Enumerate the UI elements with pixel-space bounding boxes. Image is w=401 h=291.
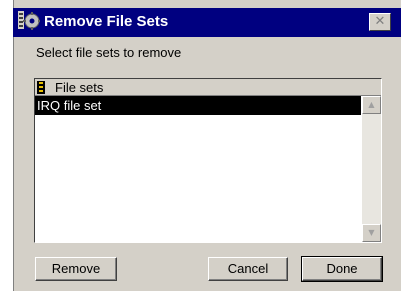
list-column-header[interactable]: File sets [35,79,381,96]
remove-button[interactable]: Remove [35,257,117,281]
window-title: Remove File Sets [44,13,169,30]
file-set-icon [37,81,45,94]
close-icon: ✕ [374,14,386,29]
done-button[interactable]: Done [301,256,383,282]
column-header-label: File sets [55,80,104,95]
file-sets-listbox[interactable]: File sets IRQ file set ▲ ▼ [34,78,382,243]
arrow-down-icon: ▼ [368,228,375,237]
arrow-up-icon: ▲ [368,100,375,109]
scroll-down-button[interactable]: ▼ [362,224,381,242]
gear-app-icon [18,11,40,30]
vertical-scrollbar[interactable]: ▲ ▼ [362,96,381,242]
prompt-label: Select file sets to remove [36,45,182,60]
close-button[interactable]: ✕ [369,13,391,31]
remove-file-sets-dialog: Remove File Sets ✕ Select file sets to r… [0,0,401,291]
list-item[interactable]: IRQ file set [35,96,361,115]
scroll-up-button[interactable]: ▲ [362,96,381,114]
cancel-button[interactable]: Cancel [208,257,288,281]
